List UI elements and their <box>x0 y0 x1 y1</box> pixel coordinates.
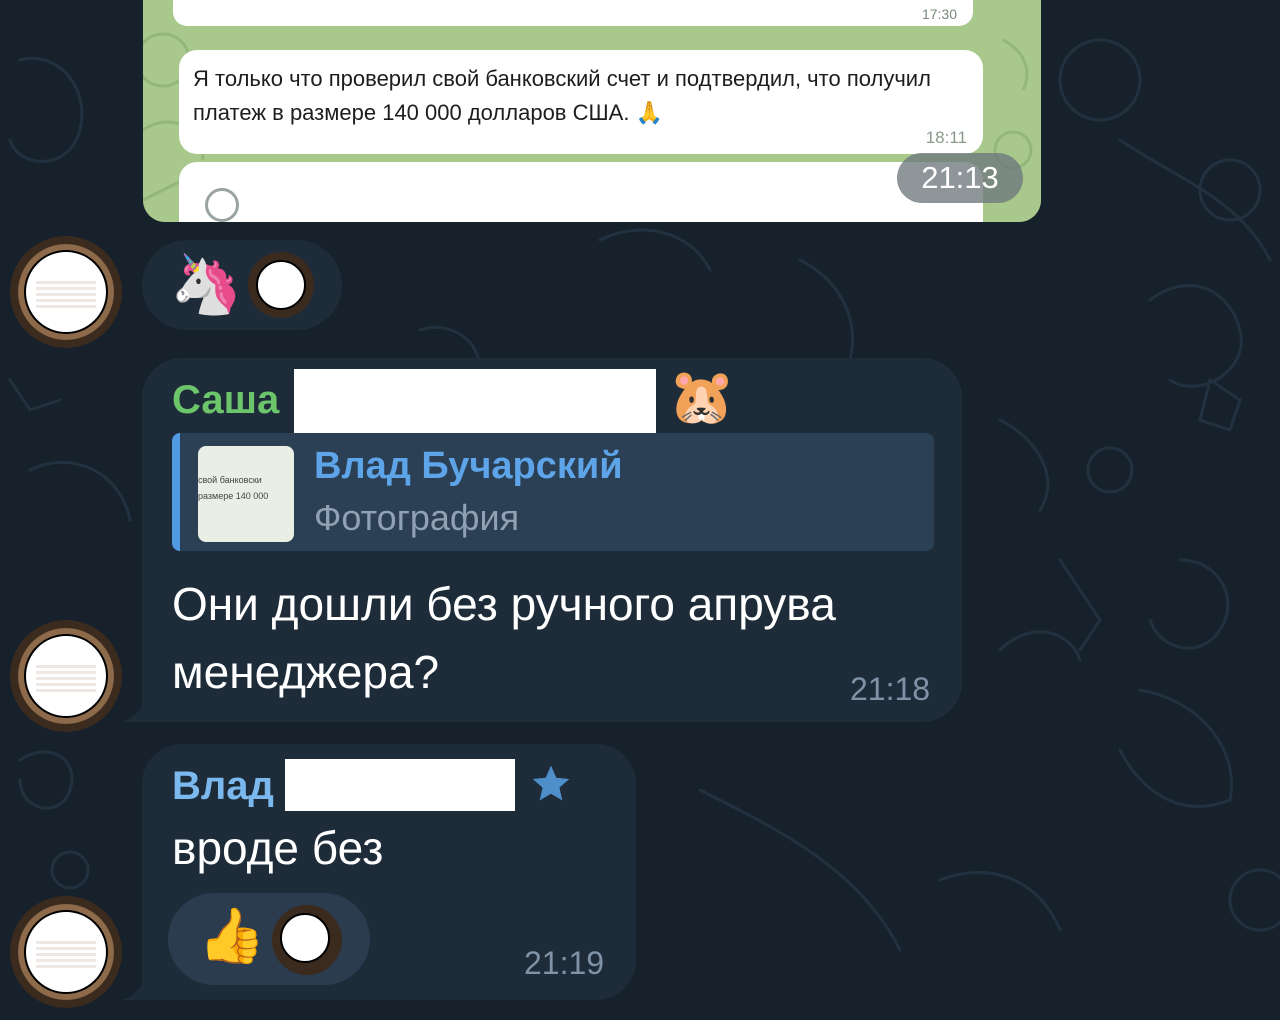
photo-reply-ring-icon <box>205 188 239 222</box>
redacted-name <box>294 369 656 434</box>
photo-forwarded-text: Я только что проверил свой банковский сч… <box>193 66 931 125</box>
message-text: вроде без <box>172 822 384 874</box>
photo-previous-time: 17:30 <box>921 6 957 22</box>
avatar[interactable] <box>10 620 122 732</box>
pikachu-status-icon: 🐹 <box>668 367 736 427</box>
thumbs-up-reaction[interactable]: 👍 <box>168 893 370 985</box>
reply-quote[interactable]: свой банковски размере 140 000 Влад Буча… <box>172 433 934 551</box>
reaction-message[interactable]: 🦄 <box>142 240 342 330</box>
photo-previous-bubble: 17:30 <box>173 0 973 26</box>
unicorn-reaction-icon: 🦄 <box>170 252 243 317</box>
bubble-tail <box>122 700 144 722</box>
avatar-face <box>24 250 108 334</box>
avatar-face <box>24 634 108 718</box>
reply-media-type: Фотография <box>314 497 520 538</box>
reply-thumb-line-2: размере 140 000 <box>198 491 269 501</box>
photo-forwarded-time: 18:11 <box>925 128 967 147</box>
message-text-line-1: Они дошли без ручного апрува <box>172 578 836 630</box>
reply-accent-bar <box>172 433 180 551</box>
message-time: 21:19 <box>524 945 605 981</box>
star-icon <box>532 765 570 801</box>
photo-next-bubble <box>179 162 983 222</box>
message-text-line-2: менеджера? <box>172 646 440 698</box>
photo-message-time: 21:13 <box>897 153 1023 203</box>
avatar[interactable] <box>10 896 122 1008</box>
photo-forwarded-bubble: Я только что проверил свой банковский сч… <box>179 50 983 154</box>
reaction-avatar <box>248 252 314 318</box>
redacted-name <box>285 759 515 811</box>
sender-name-sasha[interactable]: Саша <box>172 378 279 423</box>
reply-thumb-line-1: свой банковски <box>198 475 262 485</box>
thumbs-up-icon: 👍 <box>198 906 266 966</box>
avatar-face <box>24 910 108 994</box>
reply-thumbnail: свой банковски размере 140 000 <box>198 446 294 542</box>
sender-name-vlad[interactable]: Влад <box>172 764 274 809</box>
message-time: 21:18 <box>850 671 931 707</box>
avatar[interactable] <box>10 236 122 348</box>
reply-sender-name: Влад Бучарский <box>314 445 623 487</box>
reaction-avatar <box>272 905 342 975</box>
bubble-tail <box>122 978 144 1000</box>
